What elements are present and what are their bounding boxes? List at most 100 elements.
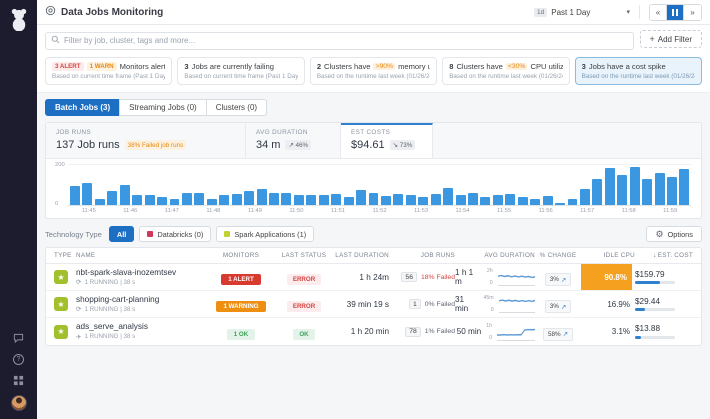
insight-cards-row: 3 ALERT 1 WARN Monitors alerting Based o… — [37, 55, 710, 93]
x-tick-label: 11:50 — [289, 208, 303, 214]
failed-jobs-badge: 38% Failed job runs — [125, 140, 187, 150]
chat-icon[interactable] — [13, 332, 25, 344]
rewind-button[interactable]: « — [650, 5, 667, 20]
help-icon[interactable]: ? — [13, 353, 25, 365]
spark-app-type-icon: ★ — [54, 270, 68, 284]
bar — [617, 175, 627, 205]
metric-est-costs[interactable]: EST COSTS $94.61 ↘ 73% — [341, 123, 433, 158]
insight-card-monitors[interactable]: 3 ALERT 1 WARN Monitors alerting Based o… — [45, 57, 172, 86]
page-title: Data Jobs Monitoring — [61, 7, 163, 18]
spark-min-label: 0 — [490, 280, 493, 286]
card-count: 2 — [317, 62, 321, 71]
col-est-cost[interactable]: ↓EST. COST — [635, 252, 693, 259]
time-range-select[interactable]: 1d Past 1 Day ▾ — [534, 8, 630, 17]
tech-filter-all[interactable]: All — [109, 226, 134, 242]
table-row[interactable]: ★ ads_serve_analysis ✈1 RUNNING | 38 s 1… — [46, 318, 701, 345]
bar — [170, 199, 180, 205]
avg-duration: 31 min — [455, 295, 479, 313]
last-duration: 1 h 20 min — [327, 327, 389, 336]
card-title-suffix: memory usage — [398, 62, 430, 71]
bar — [319, 195, 329, 205]
col-type[interactable]: TYPE — [54, 252, 76, 259]
forward-button[interactable]: » — [684, 5, 701, 20]
col-pct-change[interactable]: % CHANGE — [535, 252, 581, 259]
airflow-icon: ✈ — [76, 333, 81, 341]
card-title: Clusters have — [324, 62, 370, 71]
bar — [306, 195, 316, 205]
content-area: Batch Jobs (3) Streaming Jobs (0) Cluste… — [37, 92, 710, 419]
tab-batch-jobs[interactable]: Batch Jobs (3) — [45, 99, 120, 116]
avg-duration-sparkline — [497, 323, 535, 341]
apps-icon[interactable] — [13, 374, 25, 386]
table-row[interactable]: ★ nbt-spark-slava-inozemtsev ⟳1 RUNNING … — [46, 264, 701, 291]
tech-filter-spark-applications[interactable]: Spark Applications (1) — [216, 226, 314, 242]
job-name-link[interactable]: nbt-spark-slava-inozemtsev — [76, 268, 201, 277]
bar — [555, 203, 565, 205]
search-input[interactable] — [45, 32, 634, 50]
job-name-link[interactable]: shopping-cart-planning — [76, 295, 201, 304]
bar — [369, 193, 379, 205]
bear-logo-icon[interactable] — [9, 7, 29, 31]
bar — [530, 199, 540, 205]
est-cost-value: $29.44 — [635, 297, 693, 306]
y-axis-min-label: 0 — [55, 201, 58, 207]
bar — [132, 195, 142, 205]
col-last-duration[interactable]: LAST DURATION — [327, 252, 389, 259]
options-button[interactable]: ⚙ Options — [646, 226, 702, 242]
est-cost-cell: $159.79 — [635, 270, 693, 285]
col-avg-duration[interactable]: AVG DURATION — [455, 252, 535, 259]
est-cost-value: $13.88 — [635, 324, 693, 333]
bar — [157, 197, 167, 205]
bar — [381, 196, 391, 205]
job-name-link[interactable]: ads_serve_analysis — [76, 322, 201, 331]
card-subtitle: Based on the runtime last week (01/26/24… — [317, 73, 430, 80]
metric-avg-duration[interactable]: AVG DURATION 34 m ↗ 46% — [246, 123, 341, 158]
pause-button[interactable] — [667, 5, 684, 20]
failed-pct: 1% Failed — [425, 328, 455, 335]
change-value: 73% — [400, 142, 413, 149]
insight-card-cost-spike[interactable]: 3 Jobs have a cost spike Based on the ru… — [575, 57, 702, 86]
insight-card-memory-usage[interactable]: 2 Clusters have >90% memory usage Based … — [310, 57, 437, 86]
job-status-line: ✈1 RUNNING | 38 s — [76, 333, 201, 341]
bar — [568, 199, 578, 205]
x-tick-label: 11:56 — [539, 208, 553, 214]
bar — [269, 193, 279, 205]
bar — [294, 195, 304, 205]
col-idle-cpu[interactable]: IDLE CPU — [581, 252, 635, 259]
col-last-status[interactable]: LAST STATUS — [281, 252, 327, 259]
table-row[interactable]: ★ shopping-cart-planning ⟳1 RUNNING | 38… — [46, 291, 701, 318]
job-status-line: ⟳1 RUNNING | 38 s — [76, 305, 201, 313]
x-tick-label: 11:46 — [123, 208, 137, 214]
tab-clusters[interactable]: Clusters (0) — [206, 99, 267, 116]
options-label: Options — [668, 230, 693, 239]
tab-streaming-jobs[interactable]: Streaming Jobs (0) — [119, 99, 207, 116]
avg-duration-sparkline — [499, 295, 535, 313]
card-subtitle: Based on the runtime last week (01/26/24… — [449, 73, 562, 80]
job-type-tabs: Batch Jobs (3) Streaming Jobs (0) Cluste… — [45, 99, 702, 116]
time-range-label: Past 1 Day — [551, 8, 590, 17]
bar — [393, 194, 403, 205]
x-tick-label: 11:53 — [414, 208, 428, 214]
x-tick-label: 11:52 — [372, 208, 386, 214]
col-monitors[interactable]: MONITORS — [201, 252, 281, 259]
bar — [443, 188, 453, 205]
x-tick-label: 11:55 — [497, 208, 511, 214]
col-name[interactable]: NAME — [76, 252, 201, 259]
add-filter-button[interactable]: + Add Filter — [640, 30, 703, 48]
bar — [667, 177, 677, 205]
bar — [605, 168, 615, 205]
failed-pct: 18% Failed — [421, 274, 455, 281]
status-badge: ERROR — [287, 301, 321, 312]
tech-filter-label: Databricks (0) — [157, 230, 203, 239]
bar — [406, 195, 416, 205]
insight-card-failing-jobs[interactable]: 3 Jobs are currently failing Based on cu… — [177, 57, 304, 86]
metric-job-runs[interactable]: JOB RUNS 137 Job runs 38% Failed job run… — [46, 123, 246, 158]
spark-max-label: 45m — [484, 295, 494, 301]
card-title: Jobs are currently failing — [192, 62, 274, 71]
user-avatar[interactable] — [11, 395, 27, 411]
insight-card-cpu-utilization[interactable]: 8 Clusters have <30% CPU utilization Bas… — [442, 57, 569, 86]
x-tick-label: 11:49 — [248, 208, 262, 214]
col-job-runs[interactable]: JOB RUNS — [389, 252, 455, 259]
tech-filter-databricks[interactable]: Databricks (0) — [139, 226, 211, 242]
spark-min-label: 0 — [491, 307, 494, 313]
